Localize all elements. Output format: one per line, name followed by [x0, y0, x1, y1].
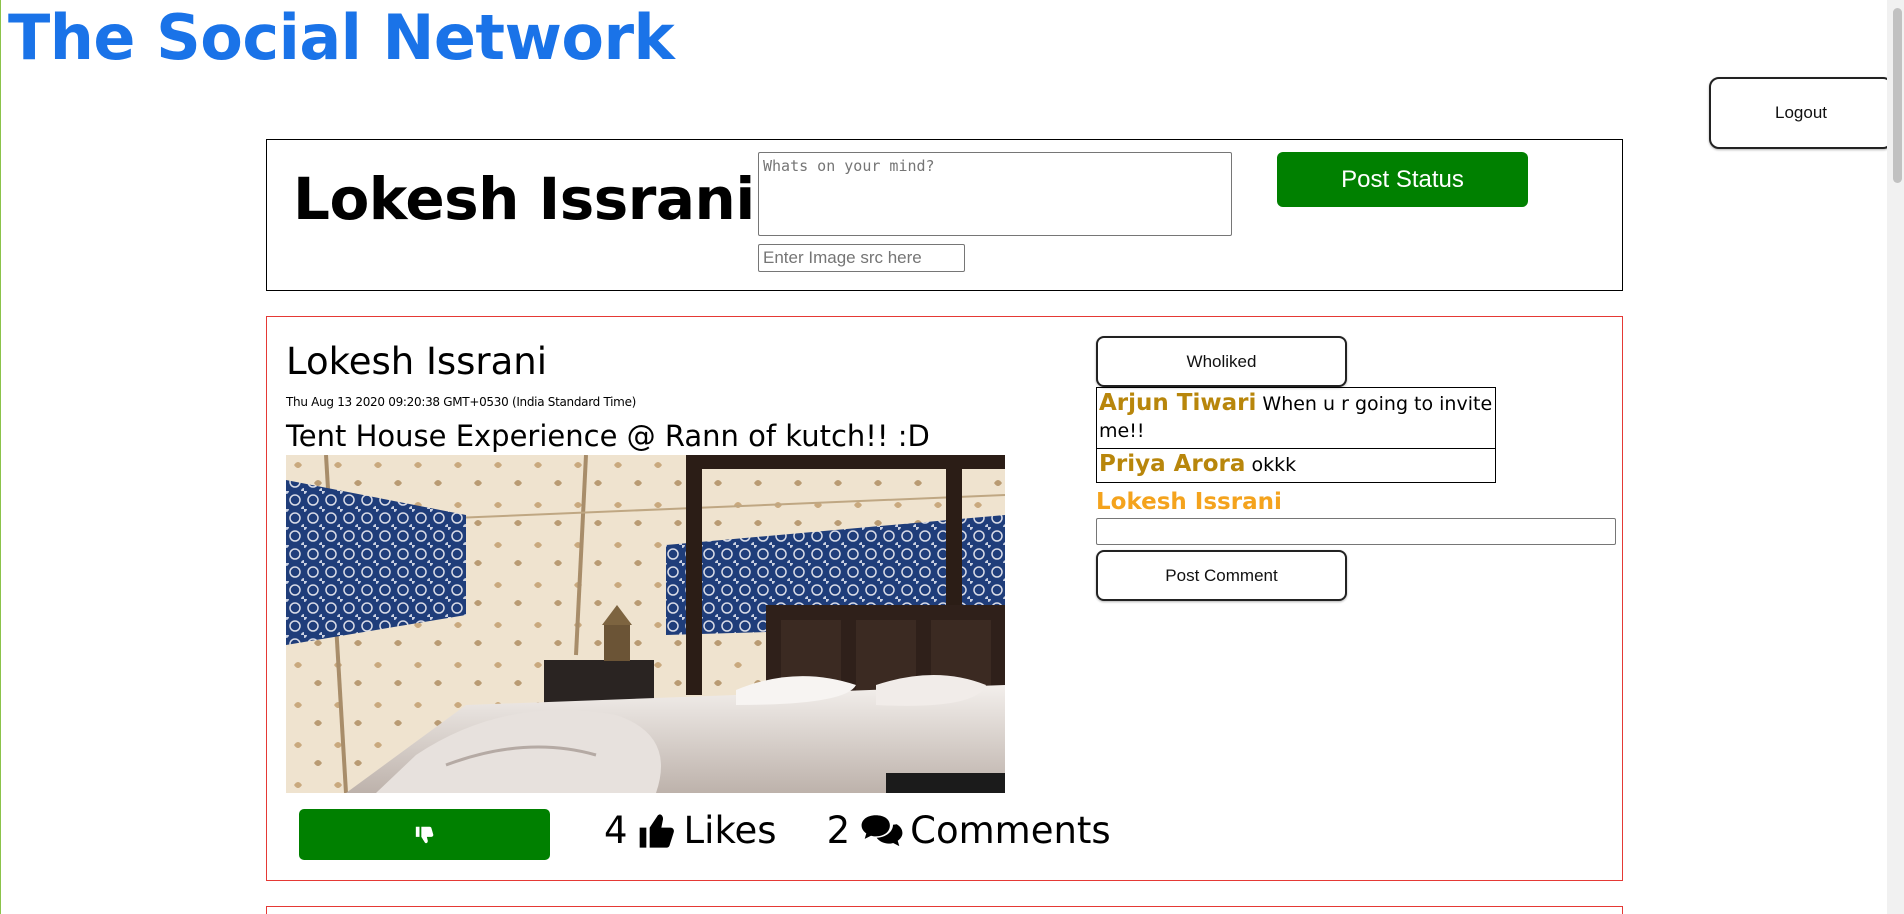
logout-button[interactable]: Logout [1709, 77, 1893, 149]
comments-count: 2 [826, 809, 851, 852]
likes-label: Likes [683, 809, 777, 852]
like-toggle-button[interactable] [299, 809, 550, 860]
comment-item: Arjun Tiwari When u r going to invite me… [1096, 387, 1496, 449]
who-liked-button[interactable]: Wholiked [1096, 336, 1347, 387]
post-timestamp: Thu Aug 13 2020 09:20:38 GMT+0530 (India… [286, 395, 637, 409]
post-card: Lokesh Issrani Thu Aug 13 2020 09:20:38 … [266, 316, 1623, 881]
tent-photo [286, 455, 1005, 793]
comment-item: Priya Arora okkk [1096, 448, 1496, 483]
comment-author: Arjun Tiwari [1099, 390, 1257, 416]
site-title: The Social Network [8, 1, 675, 74]
scrollbar-thumb[interactable] [1893, 8, 1902, 183]
next-post-card [266, 906, 1623, 914]
comments-label: Comments [910, 809, 1111, 852]
page-left-border [0, 0, 1, 914]
post-stats: 4 Likes 2 Comments [604, 805, 1111, 857]
post-author: Lokesh Issrani [286, 340, 548, 383]
thumbs-up-icon [639, 814, 674, 848]
current-user-name: Lokesh Issrani [1096, 489, 1282, 515]
post-comment-button[interactable]: Post Comment [1096, 550, 1347, 601]
status-input[interactable] [758, 152, 1232, 236]
comments-icon [861, 815, 903, 847]
page-scrollbar[interactable] [1887, 0, 1904, 914]
post-text: Tent House Experience @ Rann of kutch!! … [286, 419, 930, 453]
comment-text: okkk [1251, 454, 1297, 476]
post-status-button[interactable]: Post Status [1277, 152, 1528, 207]
comment-author: Priya Arora [1099, 451, 1246, 477]
image-src-input[interactable] [758, 244, 965, 272]
thumbs-down-icon [415, 826, 433, 843]
likes-count: 4 [604, 809, 628, 852]
status-composer: Lokesh Issrani Post Status [266, 139, 1623, 291]
post-image [286, 455, 1005, 793]
comment-input[interactable] [1096, 518, 1616, 545]
composer-user-name: Lokesh Issrani [293, 165, 755, 233]
